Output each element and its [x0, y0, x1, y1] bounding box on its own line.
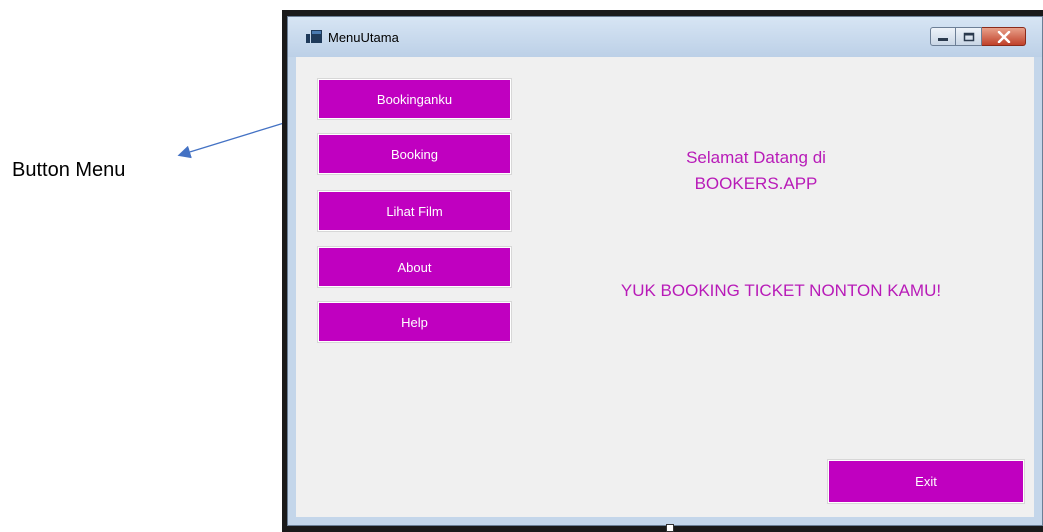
close-button[interactable]: [982, 27, 1026, 46]
booking-button[interactable]: Booking: [317, 133, 512, 175]
menu-utama-window: MenuUtama Bookinganku Booking Lihat Film…: [287, 16, 1043, 526]
minimize-icon: [931, 28, 955, 45]
help-button[interactable]: Help: [317, 301, 512, 343]
annotation-label: Button Menu: [12, 159, 126, 181]
welcome-message: Selamat Datang di BOOKERS.APP: [591, 145, 921, 197]
about-button[interactable]: About: [317, 246, 512, 288]
welcome-line-1: Selamat Datang di: [686, 148, 826, 167]
exit-button[interactable]: Exit: [827, 459, 1025, 504]
lihat-film-button[interactable]: Lihat Film: [317, 190, 512, 232]
resize-handle[interactable]: [666, 524, 674, 532]
maximize-button[interactable]: [956, 27, 982, 46]
close-icon: [982, 28, 1025, 45]
client-area: Bookinganku Booking Lihat Film About Hel…: [296, 57, 1034, 517]
title-bar[interactable]: MenuUtama: [288, 17, 1042, 57]
window-controls: [930, 27, 1026, 47]
welcome-line-2: BOOKERS.APP: [694, 174, 818, 193]
window-title: MenuUtama: [328, 30, 399, 45]
maximize-icon: [956, 28, 981, 45]
minimize-button[interactable]: [930, 27, 956, 46]
bookinganku-button[interactable]: Bookinganku: [317, 78, 512, 120]
tagline-text: YUK BOOKING TICKET NONTON KAMU!: [620, 281, 942, 300]
form-window-icon: [306, 30, 322, 43]
screenshot-canvas: Button Menu MenuUtama Bookinganku Bookin…: [0, 0, 1043, 532]
